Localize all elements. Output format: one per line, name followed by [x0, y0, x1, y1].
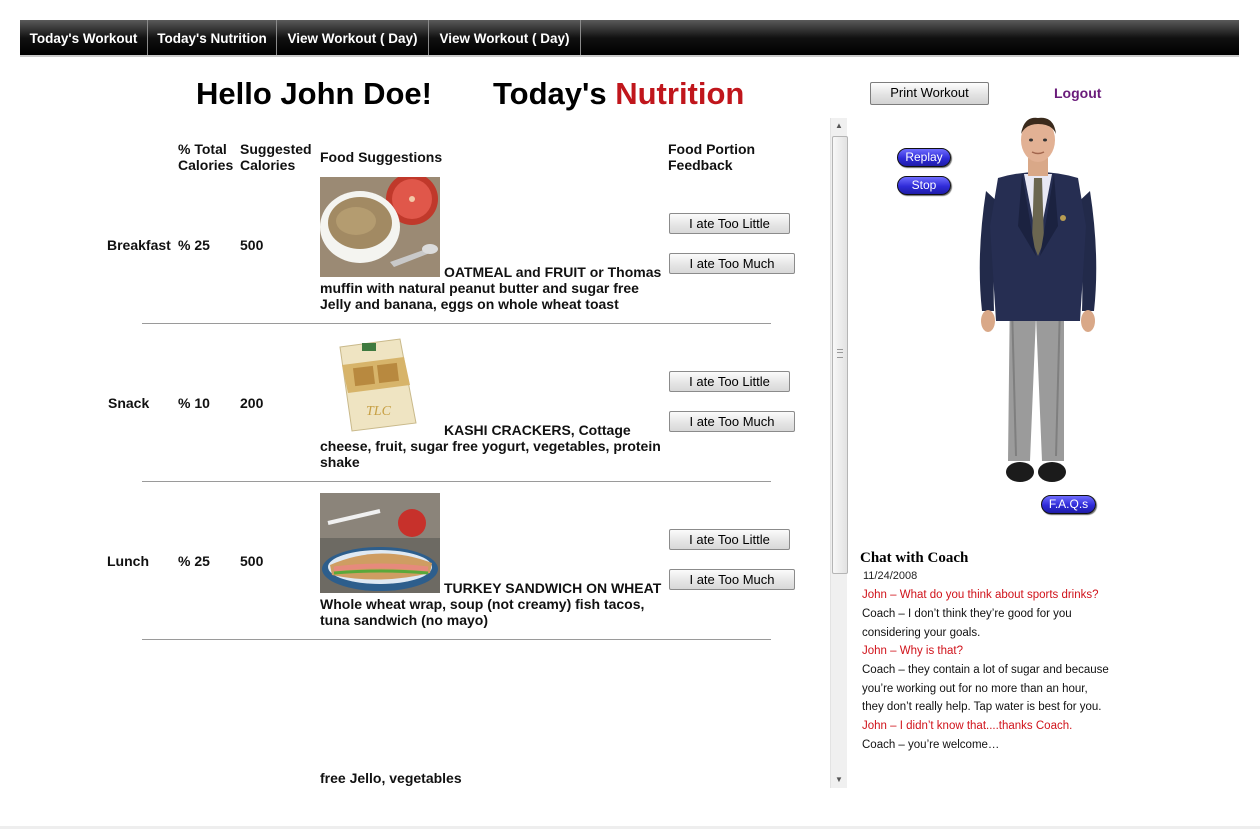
col-header-suggested-line2: Calories [240, 157, 296, 173]
col-header-pct-total-calories: % Total Calories [178, 141, 233, 173]
chat-message-coach: they don’t really help. Tap water is bes… [862, 701, 1102, 713]
meal-label-snack: Snack [108, 395, 150, 411]
row-separator [142, 323, 771, 324]
pct-snack: % 10 [178, 395, 210, 411]
scroll-up-arrow-icon[interactable]: ▲ [831, 118, 847, 134]
col-header-suggested-calories: Suggested Calories [240, 141, 312, 173]
calories-snack: 200 [240, 395, 264, 411]
food-desc-breakfast-inline: OATMEAL and FRUIT or Thomas [444, 264, 662, 280]
food-desc-breakfast-rest: muffin with natural peanut butter and su… [320, 280, 639, 312]
chat-message-coach: Coach – you’re welcome… [862, 739, 1000, 751]
col-header-feedback-line2: Feedback [668, 157, 733, 173]
chat-message-coach: considering your goals. [862, 627, 981, 639]
replay-button[interactable]: Replay [897, 148, 951, 167]
food-desc-snack-inline: KASHI CRACKERS, Cottage [444, 422, 631, 438]
col-header-pct-line2: Calories [178, 157, 234, 173]
food-desc-snack: KASHI CRACKERS, Cottage cheese, fruit, s… [320, 422, 665, 470]
row-separator [142, 481, 771, 482]
col-header-feedback-line1: Food Portion [668, 141, 756, 157]
chat-message-coach: you’re working out for no more than an h… [862, 683, 1088, 695]
nav-todays-workout[interactable]: Today's Workout [20, 20, 148, 55]
chat-title: Chat with Coach [860, 550, 969, 566]
page-title-accent: Nutrition [615, 76, 745, 111]
content-scrollbar[interactable]: ▲ ▼ [830, 118, 848, 788]
scroll-down-arrow-icon[interactable]: ▼ [831, 772, 847, 788]
ate-too-little-button-lunch[interactable]: I ate Too Little [669, 529, 790, 550]
food-desc-lunch-inline: TURKEY SANDWICH ON WHEAT [444, 580, 662, 596]
chat-message-john: John – What do you think about sports dr… [862, 589, 1099, 601]
coach-avatar [968, 116, 1108, 488]
top-nav-bar: Today's Workout Today's Nutrition View W… [20, 20, 1239, 57]
chat-message-coach: Coach – I don’t think they’re good for y… [862, 608, 1072, 620]
food-desc-partial: free Jello, vegetables [320, 770, 462, 786]
ate-too-much-button-breakfast[interactable]: I ate Too Much [669, 253, 795, 274]
scroll-thumb[interactable] [832, 136, 848, 574]
food-desc-lunch: TURKEY SANDWICH ON WHEAT Whole wheat wra… [320, 580, 665, 628]
logout-link[interactable]: Logout [1054, 85, 1101, 101]
chat-message-john: John – I didn’t know that....thanks Coac… [862, 720, 1073, 732]
food-desc-lunch-rest: Whole wheat wrap, soup (not creamy) fish… [320, 596, 645, 628]
print-workout-button[interactable]: Print Workout [870, 82, 989, 105]
page-title: Today's Nutrition [493, 76, 744, 112]
calories-lunch: 500 [240, 553, 264, 569]
page-title-prefix: Today's [493, 76, 607, 111]
chat-message-john: John – Why is that? [862, 645, 963, 657]
ate-too-little-button-snack[interactable]: I ate Too Little [669, 371, 790, 392]
food-desc-breakfast: OATMEAL and FRUIT or Thomas muffin with … [320, 264, 665, 312]
kashi-bars-box-photo: TLC [320, 335, 440, 435]
chat-message-coach: Coach – they contain a lot of sugar and … [862, 664, 1109, 676]
meal-label-breakfast: Breakfast [107, 237, 171, 253]
col-header-food-suggestions: Food Suggestions [320, 149, 443, 165]
chat-date: 11/24/2008 [863, 570, 918, 582]
greeting-heading: Hello John Doe! [196, 76, 432, 111]
pct-breakfast: % 25 [178, 237, 210, 253]
ate-too-much-button-snack[interactable]: I ate Too Much [669, 411, 795, 432]
turkey-sandwich-photo [320, 493, 440, 593]
svg-text:TLC: TLC [366, 404, 392, 419]
food-desc-snack-rest: cheese, fruit, sugar free yogurt, vegeta… [320, 438, 661, 470]
oatmeal-grapefruit-photo [320, 177, 440, 277]
faq-button[interactable]: F.A.Q.s [1041, 495, 1096, 514]
calories-breakfast: 500 [240, 237, 264, 253]
col-header-food-portion-feedback: Food Portion Feedback [668, 141, 755, 173]
pct-lunch: % 25 [178, 553, 210, 569]
row-separator [142, 639, 771, 640]
stop-button[interactable]: Stop [897, 176, 951, 195]
nav-view-workout-day-1[interactable]: View Workout ( Day) [277, 20, 429, 55]
col-header-pct-line1: % Total [178, 141, 227, 157]
scroll-grip-icon [837, 349, 843, 358]
nav-todays-nutrition[interactable]: Today's Nutrition [148, 20, 277, 55]
nav-view-workout-day-2[interactable]: View Workout ( Day) [429, 20, 581, 55]
col-header-suggested-line1: Suggested [240, 141, 312, 157]
ate-too-much-button-lunch[interactable]: I ate Too Much [669, 569, 795, 590]
meal-label-lunch: Lunch [107, 553, 149, 569]
ate-too-little-button-breakfast[interactable]: I ate Too Little [669, 213, 790, 234]
